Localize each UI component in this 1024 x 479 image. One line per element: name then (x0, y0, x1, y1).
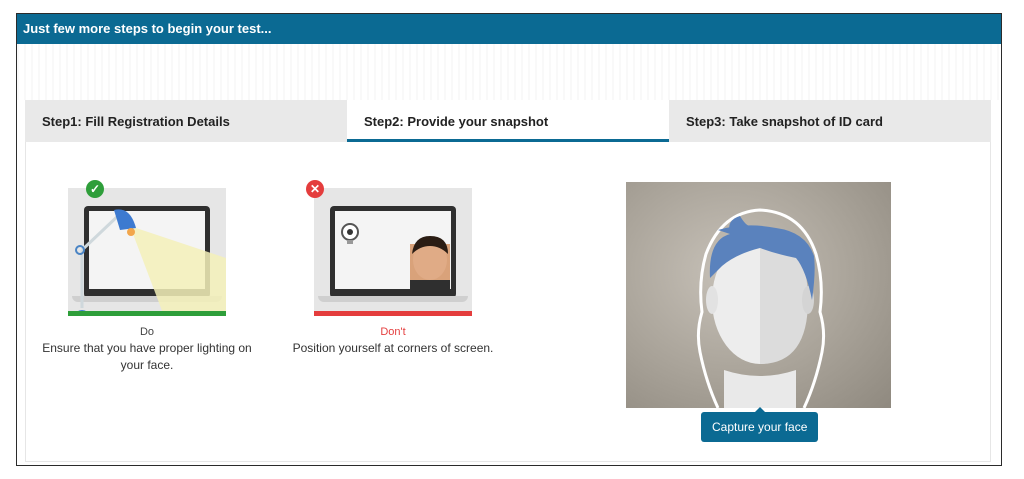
face-outline-icon (696, 208, 826, 408)
snapshot-dialog: Just few more steps to begin your test..… (16, 13, 1002, 466)
capture-face-button[interactable]: Capture your face (701, 407, 819, 442)
do-example: ✓ Do Ensure that you have proper lightin… (42, 180, 252, 374)
dialog-title: Just few more steps to begin your test..… (17, 14, 1001, 44)
dont-label: Don't (380, 326, 406, 338)
dont-example: ✕ Don't Position yourself at corners of … (288, 180, 498, 357)
step-tabs: Step1: Fill Registration Details Step2: … (25, 100, 991, 142)
header-watermark (17, 44, 1001, 100)
tab-step1[interactable]: Step1: Fill Registration Details (25, 100, 347, 142)
capture-wrap: Capture your face (701, 407, 819, 442)
do-bar (68, 311, 226, 316)
desk-lamp-icon (72, 209, 226, 316)
do-illustration: ✓ (68, 180, 226, 316)
webcam-and-person-icon (341, 223, 450, 290)
tab-step2[interactable]: Step2: Provide your snapshot (347, 100, 669, 142)
dont-illustration: ✕ (306, 180, 472, 316)
dont-bar (314, 311, 472, 316)
do-description: Ensure that you have proper lighting on … (42, 341, 252, 372)
camera-preview (626, 182, 891, 408)
tab-step3[interactable]: Step3: Take snapshot of ID card (669, 100, 991, 142)
dont-description: Position yourself at corners of screen. (292, 341, 494, 355)
snapshot-panel: ✓ Do Ensure that you have proper lightin… (25, 142, 991, 462)
do-label: Do (139, 326, 155, 338)
